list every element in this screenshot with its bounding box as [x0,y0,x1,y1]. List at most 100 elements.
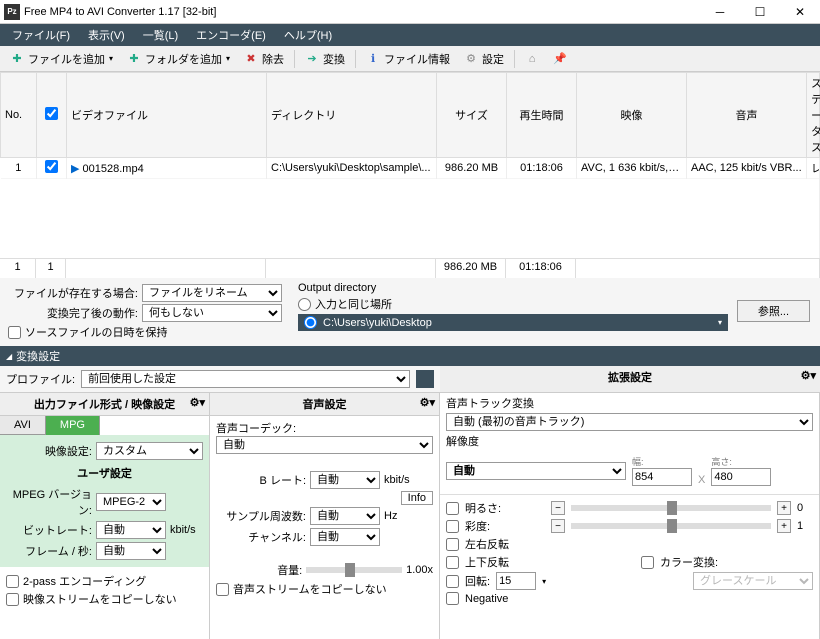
custom-path-radio[interactable] [304,316,317,329]
file-info-button[interactable]: ℹファイル情報 [360,49,456,69]
col-file[interactable]: ビデオファイル [67,73,267,158]
flip-h-check[interactable] [446,538,459,551]
gear-icon[interactable]: ⚙▾ [420,396,435,409]
exist-select[interactable]: ファイルをリネーム [142,284,282,302]
channel-select[interactable]: 自動 [310,528,380,546]
after-select[interactable]: 何もしない [142,304,282,322]
gear-icon[interactable]: ⚙▾ [190,396,205,409]
convert-button[interactable]: ➔変換 [299,49,351,69]
rotate-input[interactable] [496,572,536,590]
no-copy-video-check[interactable] [6,593,19,606]
audio-codec-label: 音声コーデック: [216,420,433,436]
brightness-check[interactable] [446,502,459,515]
mpeg-version-label: MPEG バージョン: [6,486,92,518]
audio-track-select[interactable]: 自動 (最初の音声トラック) [446,413,813,431]
video-setting-select[interactable]: カスタム [96,442,203,460]
cell-duration: 01:18:06 [507,158,577,179]
file-table: No. ビデオファイル ディレクトリ サイズ 再生時間 映像 音声 ステータス … [0,72,820,258]
flip-v-check[interactable] [446,556,459,569]
same-as-input-label: 入力と同じ場所 [315,296,392,312]
pin-button[interactable]: 📌 [547,50,573,68]
window-title: Free MP4 to AVI Converter 1.17 [32-bit] [24,6,700,18]
keep-timestamp-check[interactable] [8,326,21,339]
cell-no: 1 [1,158,37,179]
fps-label: フレーム / 秒: [6,543,92,559]
chevron-down-icon[interactable]: ▾ [718,318,722,327]
color-conv-select: グレースケール [693,572,813,590]
col-video[interactable]: 映像 [577,73,687,158]
height-input[interactable] [711,468,771,486]
conversion-settings-header[interactable]: 変換設定 [0,346,820,366]
width-input[interactable] [632,468,692,486]
resolution-label: 解像度 [440,431,819,451]
plus-icon: ✚ [10,52,24,66]
output-format-title: 出力ファイル形式 / 映像設定 ⚙▾ [0,393,209,416]
keep-timestamp-label: ソースファイルの日時を保持 [25,324,167,340]
gear-icon[interactable]: ⚙▾ [801,369,816,382]
bitrate-label: ビットレート: [6,522,92,538]
menu-list[interactable]: 一覧(L) [135,25,186,45]
maximize-button[interactable]: ☐ [740,0,780,24]
col-duration[interactable]: 再生時間 [507,73,577,158]
chevron-down-icon[interactable]: ▾ [542,577,546,586]
col-dir[interactable]: ディレクトリ [267,73,437,158]
same-as-input-radio[interactable] [298,298,311,311]
col-no[interactable]: No. [1,73,37,158]
menu-encoder[interactable]: エンコーダ(E) [188,25,274,45]
close-button[interactable]: ✕ [780,0,820,24]
custom-path-value: C:\Users\yuki\Desktop [323,317,432,329]
plus-button[interactable]: + [777,519,791,533]
mpeg-version-select[interactable]: MPEG-2 [96,493,166,511]
col-size[interactable]: サイズ [437,73,507,158]
cell-video: AVC, 1 636 kbit/s, 1 ... [577,158,687,179]
add-folder-button[interactable]: ✚フォルダを追加▾ [121,49,236,69]
resolution-select[interactable]: 自動 [446,462,626,480]
minimize-button[interactable]: ─ [700,0,740,24]
check-all[interactable] [45,107,58,120]
browse-button[interactable]: 参照... [737,300,810,322]
table-row[interactable]: 1 ▶ 001528.mp4 C:\Users\yuki\Desktop\sam… [1,158,820,179]
tab-mpg[interactable]: MPG [46,416,100,435]
brightness-slider[interactable] [571,505,771,511]
saturation-check[interactable] [446,520,459,533]
channel-label: チャンネル: [216,529,306,545]
info-button[interactable]: Info [401,491,433,505]
minus-button[interactable]: − [551,519,565,533]
table-footer: 1 1 986.20 MB 01:18:06 [0,258,820,278]
negative-check[interactable] [446,592,459,605]
profile-dropdown-button[interactable] [416,370,434,388]
col-audio[interactable]: 音声 [687,73,807,158]
add-file-button[interactable]: ✚ファイルを追加▾ [4,49,119,69]
settings-button[interactable]: ⚙設定 [458,49,510,69]
cell-dir: C:\Users\yuki\Desktop\sample\... [267,158,437,179]
col-check[interactable] [37,73,67,158]
menu-help[interactable]: ヘルプ(H) [276,25,340,45]
row-check[interactable] [45,160,58,173]
color-conv-check[interactable] [641,556,654,569]
col-status[interactable]: ステータス [807,73,820,158]
minus-icon: ✖ [244,52,258,66]
fps-select[interactable]: 自動 [96,542,166,560]
tab-avi[interactable]: AVI [0,416,46,435]
bitrate-select[interactable]: 自動 [96,521,166,539]
extended-settings-title: 拡張設定 ⚙▾ [440,366,820,393]
saturation-slider[interactable] [571,523,771,529]
profile-label: プロファイル: [6,371,75,387]
home-button[interactable]: ⌂ [519,50,545,68]
menu-file[interactable]: ファイル(F) [4,25,78,45]
profile-select[interactable]: 前回使用した設定 [81,370,410,388]
plus-button[interactable]: + [777,501,791,515]
sample-rate-select[interactable]: 自動 [310,507,380,525]
video-file-icon: ▶ [71,163,79,175]
sample-rate-label: サンプル周波数: [216,508,306,524]
remove-button[interactable]: ✖除去 [238,49,290,69]
cell-file: ▶ 001528.mp4 [67,158,267,179]
no-copy-audio-check[interactable] [216,583,229,596]
menubar: ファイル(F) 表示(V) 一覧(L) エンコーダ(E) ヘルプ(H) [0,24,820,46]
volume-slider[interactable] [306,567,402,573]
minus-button[interactable]: − [551,501,565,515]
menu-view[interactable]: 表示(V) [80,25,133,45]
b-rate-select[interactable]: 自動 [310,471,380,489]
gear-icon: ⚙ [464,52,478,66]
audio-codec-select[interactable]: 自動 [216,436,433,454]
